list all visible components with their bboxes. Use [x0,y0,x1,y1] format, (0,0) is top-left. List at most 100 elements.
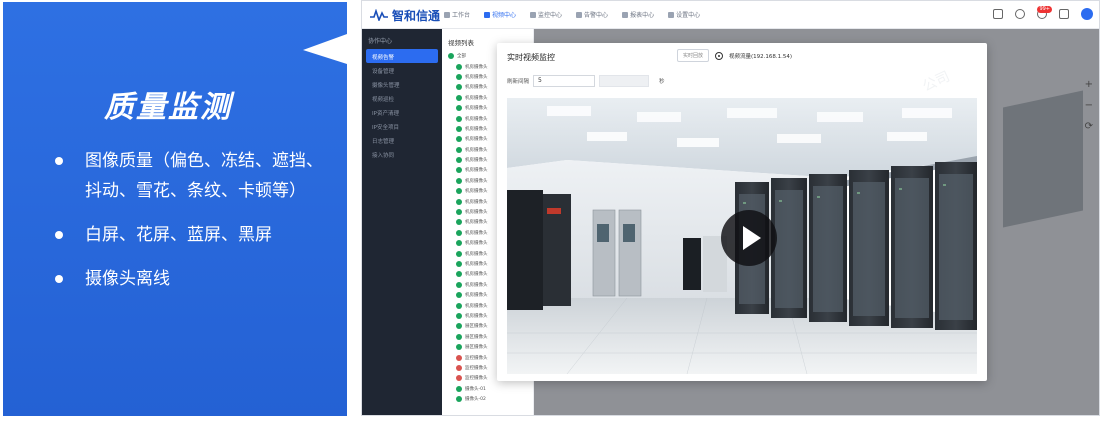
play-button[interactable] [721,210,777,266]
camera-status-icon [456,302,462,309]
tree-row-label: 机房摄像头 [465,262,488,267]
tree-row-label: 摄像头-02 [465,397,486,403]
tree-row-label: 机房摄像头 [465,85,488,91]
camera-status-icon [456,375,462,382]
camera-status-icon [456,73,462,80]
sidebar-item[interactable]: 视频巡检 [362,91,442,105]
avatar[interactable] [1081,8,1093,20]
camera-status-icon [456,312,462,319]
video-monitor-modal: 实时视频监控 实时回放 视频流量(192.168.1.54) 刷新间隔 5 秒 [497,43,987,381]
camera-status-icon [456,271,462,278]
tree-row-label: 机房摄像头 [465,158,488,164]
nav-item[interactable]: 工作台 [444,10,470,19]
video-player[interactable] [507,98,977,374]
nav-item[interactable]: 报表中心 [622,10,654,19]
tree-row-label: 监控摄像头 [465,365,488,371]
top-bar: 智和信通 工作台 视频中心 监控中心 告警中心 报表中心 设置中心 99+ [362,1,1099,29]
tree-row-label: 机房摄像头 [465,282,488,288]
playback-button[interactable]: 实时回放 [677,49,710,62]
tree-row-label: 机房摄像头 [465,178,488,184]
tree-row-label: 机房摄像头 [465,313,488,319]
interval-control: 刷新间隔 5 秒 [507,75,665,87]
camera-status-icon [456,188,462,195]
sidebar-item[interactable]: 日志管理 [362,133,442,147]
sidebar-header: 协作中心 [368,38,393,45]
nav-item[interactable]: 监控中心 [530,10,562,19]
tree-row-label: 机房摄像头 [465,220,488,226]
camera-status-icon [456,261,462,267]
tree-row-label: 机房摄像头 [465,64,488,70]
camera-status-icon [456,105,462,112]
reset-view-icon[interactable]: ⟳ [1085,121,1093,132]
tree-row-label: 机房摄像头 [465,137,488,143]
tree-row-label: 机房摄像头 [465,147,488,153]
callout-bullet: 图像质量（偏色、冻结、遮挡、抖动、雪花、条纹、卡顿等） [43,146,323,206]
sidebar-item[interactable]: 设备管理 [362,63,442,77]
nav-item[interactable]: 告警中心 [576,10,608,19]
zoom-out-icon[interactable]: − [1085,100,1093,111]
nav-item[interactable]: 视频中心 [484,10,516,19]
tree-row-label: 展区摄像头 [465,345,488,351]
logo-text: 智和信通 [392,8,441,23]
source-radio[interactable] [715,51,724,60]
page: 质量监测 图像质量（偏色、冻结、遮挡、抖动、雪花、条纹、卡顿等） 白屏、花屏、蓝… [0,0,1100,424]
tree-row-label: 机房摄像头 [465,199,488,205]
camera-status-icon [456,146,462,153]
camera-status-icon [456,115,462,122]
tree-row-label: 机房摄像头 [465,95,488,101]
app-screenshot: 智和信通 工作台 视频中心 监控中心 告警中心 报表中心 设置中心 99+ 协作中心 视频… [361,0,1100,416]
shirt-icon[interactable] [993,9,1003,19]
tree-row-label: 机房摄像头 [465,168,488,174]
tree-row-label: 机房摄像头 [465,74,488,80]
sidebar-item[interactable]: 接入协同 [362,147,442,161]
sidebar-item[interactable]: IP资产清理 [362,105,442,119]
nav-item-label: 设置中心 [676,12,701,19]
camera-status-icon [456,94,462,101]
sidebar-item[interactable]: IP安全项目 [362,119,442,133]
source-label: 视频流量(192.168.1.54) [729,53,793,60]
zoom-in-icon[interactable]: + [1085,79,1093,90]
camera-status-icon [456,333,462,340]
tree-row-label: 机房摄像头 [465,106,488,112]
camera-status-icon [456,396,462,403]
tree-row-label: 机房摄像头 [465,241,488,247]
tree-row-label: 机房摄像头 [465,251,488,257]
tree-root-label: 全部 [457,54,466,60]
tree-row-label: 机房摄像头 [465,272,488,278]
camera-status-icon [456,125,462,132]
callout-bullet: 白屏、花屏、蓝屏、黑屏 [43,220,323,250]
top-icons: 99+ [993,6,1093,20]
interval-slider[interactable] [599,75,650,87]
camera-status-icon [456,63,462,70]
tree-row-label: 展区摄像头 [465,334,488,340]
camera-status-icon [456,250,462,257]
nav-icon [484,11,491,18]
callout-bullet: 摄像头离线 [43,264,323,294]
tree-row[interactable]: 摄像头-02 [442,394,533,404]
camera-status-icon [456,364,462,371]
lock-icon[interactable] [1059,9,1069,19]
nav-item-label: 视频中心 [492,12,517,19]
sound-icon[interactable] [1015,9,1025,19]
camera-status-icon [456,167,462,174]
interval-input[interactable]: 5 [533,75,596,87]
sidebar: 协作中心 视频告警 设备管理 摄像头管理 视频巡检 IP资产清理 IP安全项目 日志管理 接入… [362,29,442,415]
bell-icon[interactable]: 99+ [1037,6,1052,19]
sidebar-item[interactable]: 视频告警 [366,49,438,63]
modal-tabs: 实时回放 视频流量(192.168.1.54) [677,49,792,62]
nav-item[interactable]: 设置中心 [668,10,700,19]
interval-unit: 秒 [659,79,665,85]
tree-row-label: 机房摄像头 [465,303,488,309]
cabinet-3d-model [1003,90,1083,228]
camera-status-icon [456,157,462,164]
camera-status-icon [456,229,462,236]
callout-title: 质量监测 [104,90,232,125]
camera-status-icon [456,177,462,184]
camera-status-icon [456,344,462,351]
tree-row-label: 机房摄像头 [465,116,488,122]
sidebar-item[interactable]: 摄像头管理 [362,77,442,91]
camera-status-icon [456,209,462,216]
tree-row[interactable]: 摄像头-01 [442,384,533,394]
callout-bullet-list: 图像质量（偏色、冻结、遮挡、抖动、雪花、条纹、卡顿等） 白屏、花屏、蓝屏、黑屏 … [43,146,323,308]
tree-row-label: 机房摄像头 [465,189,488,195]
